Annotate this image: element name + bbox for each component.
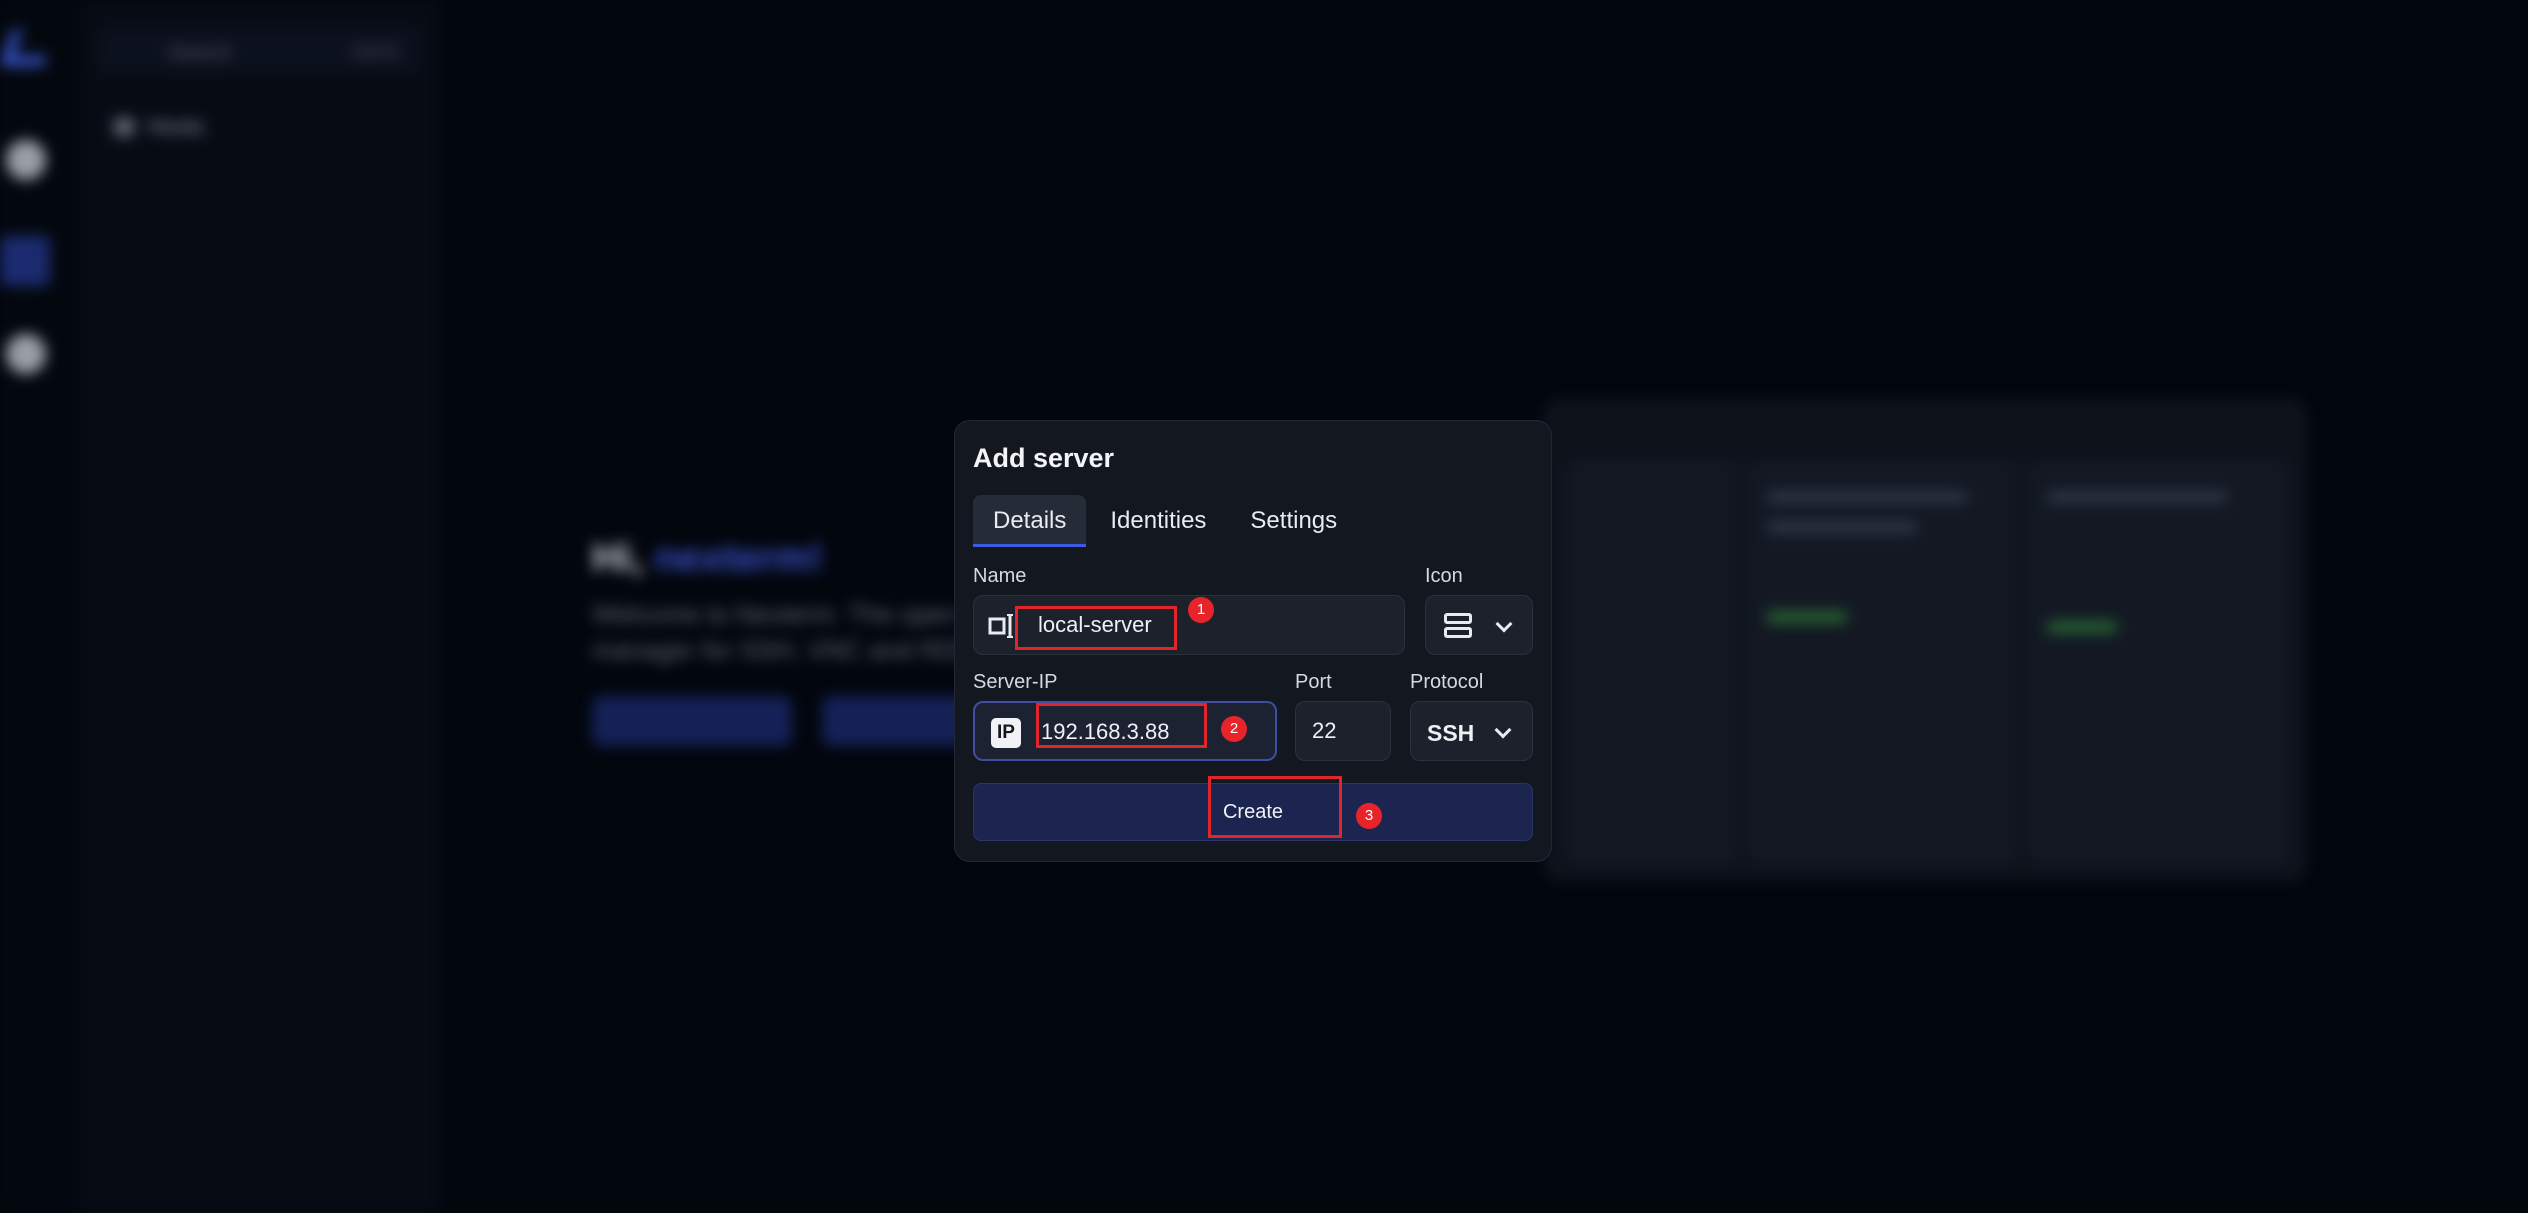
chevron-down-icon bbox=[1494, 721, 1512, 739]
annotation-marker-1: 1 bbox=[1188, 597, 1214, 623]
app-logo bbox=[0, 30, 57, 66]
annotation-box-2 bbox=[1036, 703, 1207, 748]
sidebar: Search Ctrl K Hosts bbox=[80, 0, 440, 1213]
app-preview-image bbox=[1545, 400, 2305, 880]
server-stack-icon bbox=[1444, 613, 1474, 639]
port-field[interactable] bbox=[1295, 701, 1391, 761]
annotation-marker-3: 3 bbox=[1356, 803, 1382, 829]
tab-details[interactable]: Details bbox=[973, 495, 1087, 547]
port-input[interactable] bbox=[1312, 718, 1382, 744]
sidebar-search[interactable]: Search Ctrl K bbox=[98, 28, 418, 72]
annotation-marker-2: 2 bbox=[1221, 716, 1247, 742]
search-shortcut: Ctrl K bbox=[353, 42, 398, 62]
nav-active-item[interactable] bbox=[0, 236, 50, 286]
server-ip-label: Server-IP bbox=[973, 671, 1058, 693]
add-server-hero-button[interactable] bbox=[592, 696, 792, 746]
servers-icon[interactable] bbox=[6, 140, 46, 180]
ip-badge-icon: IP bbox=[991, 718, 1021, 748]
welcome-title-accent: nexterm! bbox=[654, 536, 824, 580]
annotation-box-1 bbox=[1015, 606, 1177, 650]
annotation-box-3 bbox=[1208, 776, 1342, 838]
sidebar-item-hosts[interactable]: Hosts bbox=[98, 108, 238, 144]
icon-select[interactable] bbox=[1425, 595, 1533, 655]
tab-settings[interactable]: Settings bbox=[1230, 495, 1357, 547]
name-label: Name bbox=[973, 565, 1027, 587]
protocol-select[interactable]: SSH bbox=[1410, 701, 1533, 761]
protocol-label: Protocol bbox=[1410, 671, 1484, 693]
dialog-title: Add server bbox=[973, 443, 1115, 473]
tab-identities[interactable]: Identities bbox=[1090, 495, 1226, 547]
chevron-down-icon bbox=[1495, 615, 1513, 633]
dialog-tabs: Details Identities Settings bbox=[973, 495, 1361, 547]
welcome-title-prefix: Hi, bbox=[592, 536, 644, 580]
settings-icon[interactable] bbox=[6, 334, 46, 374]
icon-label: Icon bbox=[1425, 565, 1463, 587]
port-label: Port bbox=[1295, 671, 1332, 693]
protocol-value: SSH bbox=[1427, 720, 1475, 746]
search-placeholder: Search bbox=[168, 42, 232, 64]
nav-rail bbox=[0, 0, 80, 1213]
server-name-icon bbox=[988, 614, 1013, 638]
welcome-title: Hi, nexterm! bbox=[592, 536, 823, 581]
